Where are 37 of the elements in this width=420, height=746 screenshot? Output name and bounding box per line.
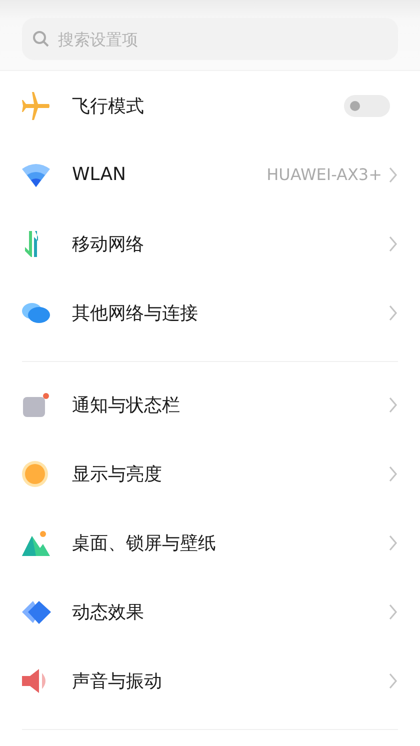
settings-row[interactable]: 其他网络与连接 <box>0 278 420 347</box>
row-label: 其他网络与连接 <box>72 302 199 324</box>
toggle-switch[interactable] <box>344 94 390 116</box>
chevron-icon <box>388 304 398 322</box>
settings-row[interactable]: 动态效果 <box>0 577 420 646</box>
mountain-icon <box>22 530 50 556</box>
settings-row[interactable]: 飞行模式 <box>0 71 420 140</box>
row-label: 显示与亮度 <box>72 462 163 486</box>
search-field[interactable]: 搜索设置项 <box>22 18 398 60</box>
chevron-icon <box>388 464 398 482</box>
row-value: HUAWEI-AX3+ <box>266 165 382 184</box>
row-label: 桌面、锁屏与壁纸 <box>72 532 217 554</box>
airplane-icon <box>22 90 50 120</box>
row-label: 移动网络 <box>72 232 145 256</box>
row-label: 飞行模式 <box>72 94 145 118</box>
settings-row[interactable]: 声音与振动 <box>0 646 420 715</box>
wifi-icon <box>22 162 50 186</box>
row-label: 动态效果 <box>72 600 145 624</box>
row-label: 声音与振动 <box>72 670 163 692</box>
settings-row[interactable]: 移动网络 <box>0 209 420 278</box>
row-label: WLAN <box>72 164 128 185</box>
chevron-icon <box>388 166 398 184</box>
notification-card-icon <box>22 392 50 418</box>
settings-row[interactable]: 通知与状态栏 <box>0 370 420 439</box>
settings-row[interactable]: WLAN HUAWEI-AX3+ <box>0 140 420 209</box>
chat-bubbles-icon <box>22 302 50 324</box>
settings-row[interactable]: 显示与亮度 <box>0 439 420 508</box>
chevron-icon <box>388 234 398 252</box>
chevron-icon <box>388 396 398 414</box>
search-icon <box>32 30 50 48</box>
chevron-icon <box>388 602 398 620</box>
diamond-icon <box>22 598 52 624</box>
chevron-icon <box>388 672 398 690</box>
row-label: 通知与状态栏 <box>72 394 181 416</box>
sun-icon <box>22 460 48 486</box>
settings-row[interactable]: 桌面、锁屏与壁纸 <box>0 508 420 577</box>
chevron-icon <box>388 534 398 552</box>
